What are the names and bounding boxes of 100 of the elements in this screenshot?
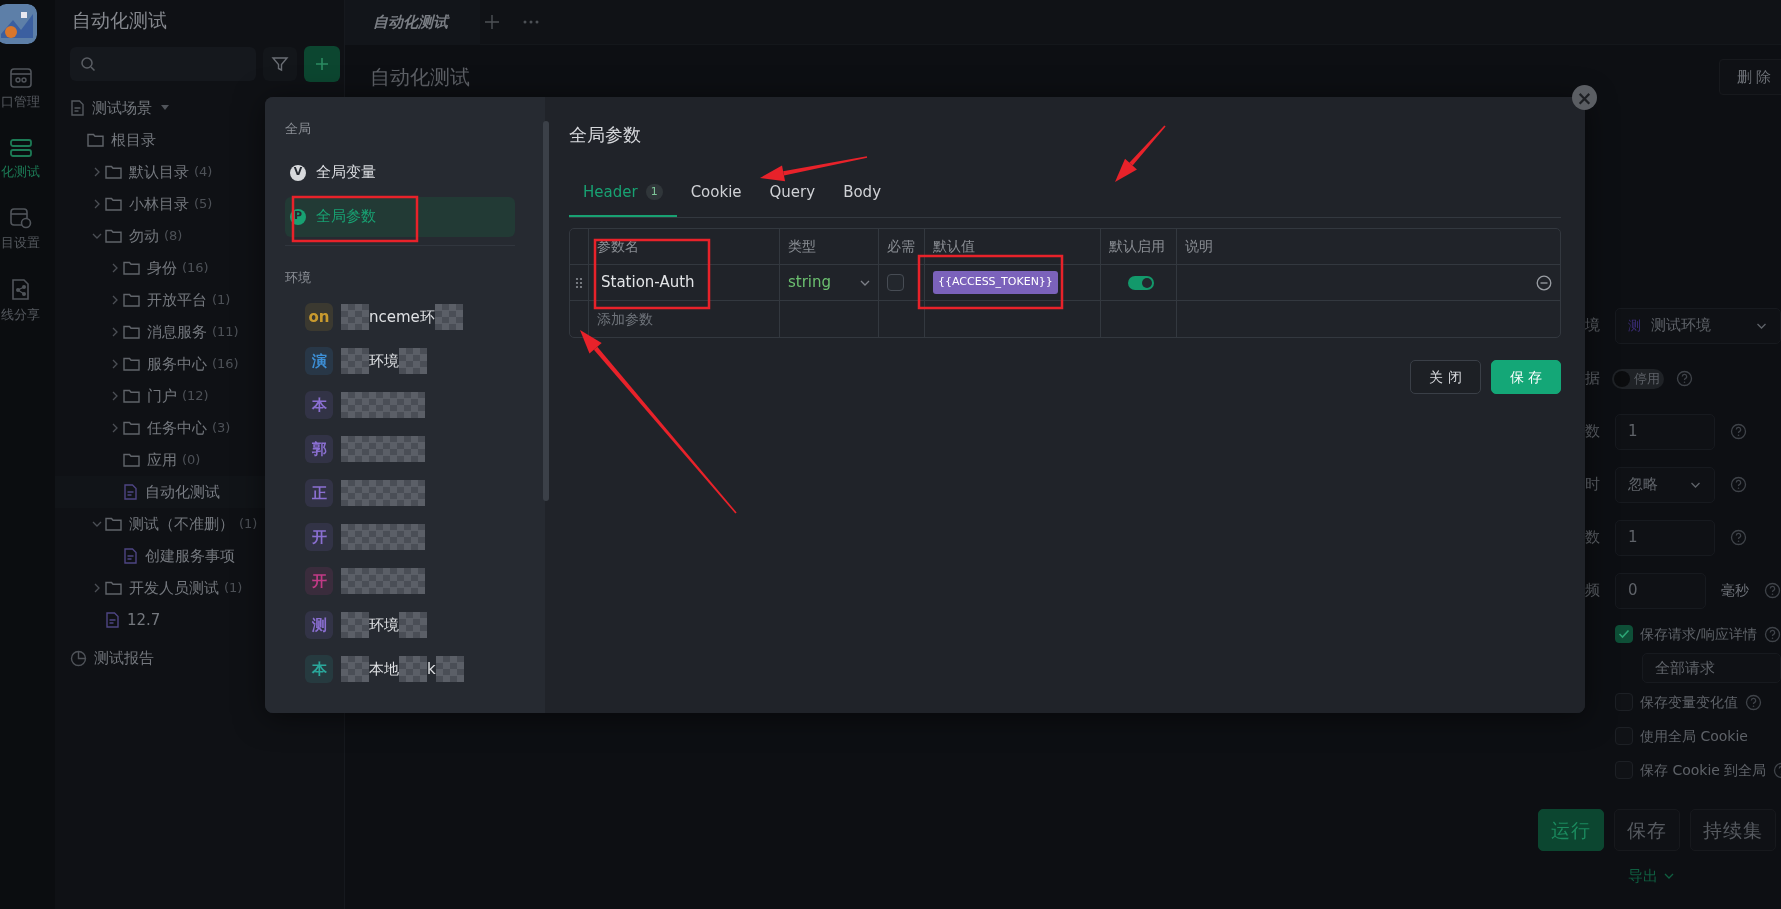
chevron-icon[interactable]	[110, 327, 119, 337]
chevron-icon[interactable]	[110, 391, 119, 401]
chevron-icon[interactable]	[110, 263, 119, 273]
field-label: 数	[1584, 421, 1600, 443]
type-select[interactable]: string	[788, 271, 870, 294]
drag-handle-icon[interactable]	[575, 276, 583, 289]
chevron-icon[interactable]	[92, 583, 101, 593]
request-select[interactable]: 全部请求	[1642, 653, 1781, 683]
unit-label: 毫秒	[1721, 581, 1749, 600]
search-field[interactable]	[70, 47, 256, 81]
export-link[interactable]: 导出	[1628, 865, 1674, 888]
tab[interactable]: Query	[755, 169, 830, 217]
checkbox[interactable]	[1615, 625, 1633, 643]
env-badge: 本	[305, 391, 333, 419]
action-button[interactable]: 保存	[1614, 809, 1680, 851]
sidebar-item[interactable]: P 全局参数	[285, 196, 515, 237]
env-name[interactable]: k	[427, 657, 436, 681]
save-button[interactable]: 保 存	[1490, 360, 1561, 394]
rail-nav-item[interactable]: 线分享	[1, 278, 40, 324]
folder-icon	[123, 357, 140, 371]
chevron-icon[interactable]	[1664, 872, 1674, 881]
chevron-icon[interactable]	[91, 232, 102, 240]
field-label: 数	[1584, 527, 1600, 549]
env-badge: 开	[305, 523, 333, 551]
add-tab-icon[interactable]	[484, 14, 500, 30]
check-icon	[1618, 629, 1630, 639]
action-button[interactable]: 持续集	[1690, 809, 1776, 851]
rail-nav-item[interactable]: 目设置	[1, 207, 40, 253]
checkbox[interactable]	[887, 274, 904, 291]
chevron-icon[interactable]	[110, 295, 119, 305]
number-input[interactable]: 1	[1615, 413, 1715, 450]
add-param-field[interactable]: 添加参数	[597, 308, 653, 330]
env-badge: 测	[305, 611, 333, 639]
dropdown-select[interactable]: 测 测试环境	[1615, 307, 1781, 344]
help-icon[interactable]	[1676, 370, 1693, 387]
help-icon[interactable]	[1764, 582, 1781, 599]
close-button[interactable]: ×	[1572, 85, 1597, 110]
pixelation-mask	[341, 656, 369, 682]
annotation-arrow	[1115, 125, 1166, 182]
help-icon[interactable]	[1745, 693, 1762, 711]
checkbox-label: 保存变量变化值	[1640, 692, 1738, 712]
folder-icon	[123, 293, 140, 307]
env-name[interactable]: nceme环	[369, 305, 435, 329]
chevron-icon[interactable]	[110, 359, 119, 369]
search-icon	[80, 56, 96, 72]
rail-nav-item[interactable]: 口管理	[1, 68, 40, 112]
document-tab[interactable]: 自动化测试	[345, 0, 480, 45]
folder-icon	[105, 229, 122, 243]
param-name[interactable]: Station-Auth	[597, 271, 695, 294]
chevron-icon[interactable]	[92, 199, 101, 209]
pixelation-mask	[399, 612, 427, 638]
run-button[interactable]: 运行	[1538, 809, 1604, 851]
help-icon[interactable]	[1730, 476, 1747, 493]
env-badge: 本	[305, 655, 333, 683]
env-name[interactable]: 本地	[369, 657, 399, 681]
field-label: 频	[1584, 580, 1600, 602]
page-title: 自动化测试	[370, 64, 470, 91]
tab[interactable]: Cookie	[676, 169, 756, 217]
delete-button[interactable]: 删 除	[1719, 59, 1781, 95]
checkbox-label: 使用全局 Cookie	[1640, 726, 1748, 746]
help-icon[interactable]	[1730, 529, 1747, 546]
pixelation-mask	[399, 348, 427, 374]
checkbox-label: 保存请求/响应详情	[1640, 624, 1757, 644]
column-header: 默认启用	[1109, 237, 1165, 256]
dropdown-select[interactable]: 忽略	[1615, 466, 1715, 503]
filter-button[interactable]	[263, 47, 297, 81]
panel-title: 自动化测试	[71, 8, 168, 33]
toggle-switch[interactable]	[1128, 275, 1154, 290]
app-logo[interactable]	[0, 4, 37, 44]
rail-nav-item[interactable]: 化测试	[1, 137, 40, 181]
gear-window-icon	[9, 207, 32, 229]
sidebar-item[interactable]: V 全局变量	[285, 152, 515, 193]
chevron-icon	[860, 278, 870, 287]
toggle-switch[interactable]: 停用	[1612, 368, 1664, 389]
env-name[interactable]: 环境	[369, 349, 399, 373]
folder-icon	[123, 261, 140, 275]
number-input[interactable]: 0	[1615, 572, 1706, 609]
add-button[interactable]	[304, 46, 340, 82]
scrollbar[interactable]	[543, 121, 549, 501]
tab[interactable]: Body	[829, 169, 895, 217]
count-badge: 1	[645, 183, 663, 201]
help-icon[interactable]	[1763, 625, 1781, 643]
env-badge: 开	[305, 567, 333, 595]
pie-chart-icon	[70, 649, 87, 667]
column-header: 类型	[788, 237, 816, 256]
help-icon[interactable]	[1730, 423, 1747, 440]
column-header: 说明	[1185, 237, 1213, 256]
env-badge: 演	[305, 347, 333, 375]
number-input[interactable]: 1	[1615, 519, 1715, 556]
chevron-icon[interactable]	[91, 520, 102, 528]
more-icon[interactable]	[522, 19, 540, 25]
column-header: 参数名	[597, 237, 639, 256]
pixelation-mask	[341, 304, 369, 330]
chevron-icon[interactable]	[92, 167, 101, 177]
tab[interactable]: Header 1	[569, 169, 677, 217]
close-button[interactable]: 关 闭	[1410, 360, 1481, 394]
folder-icon	[123, 389, 140, 403]
chevron-icon[interactable]	[110, 423, 119, 433]
remove-icon[interactable]	[1536, 274, 1552, 291]
env-name[interactable]: 环境	[369, 613, 399, 637]
